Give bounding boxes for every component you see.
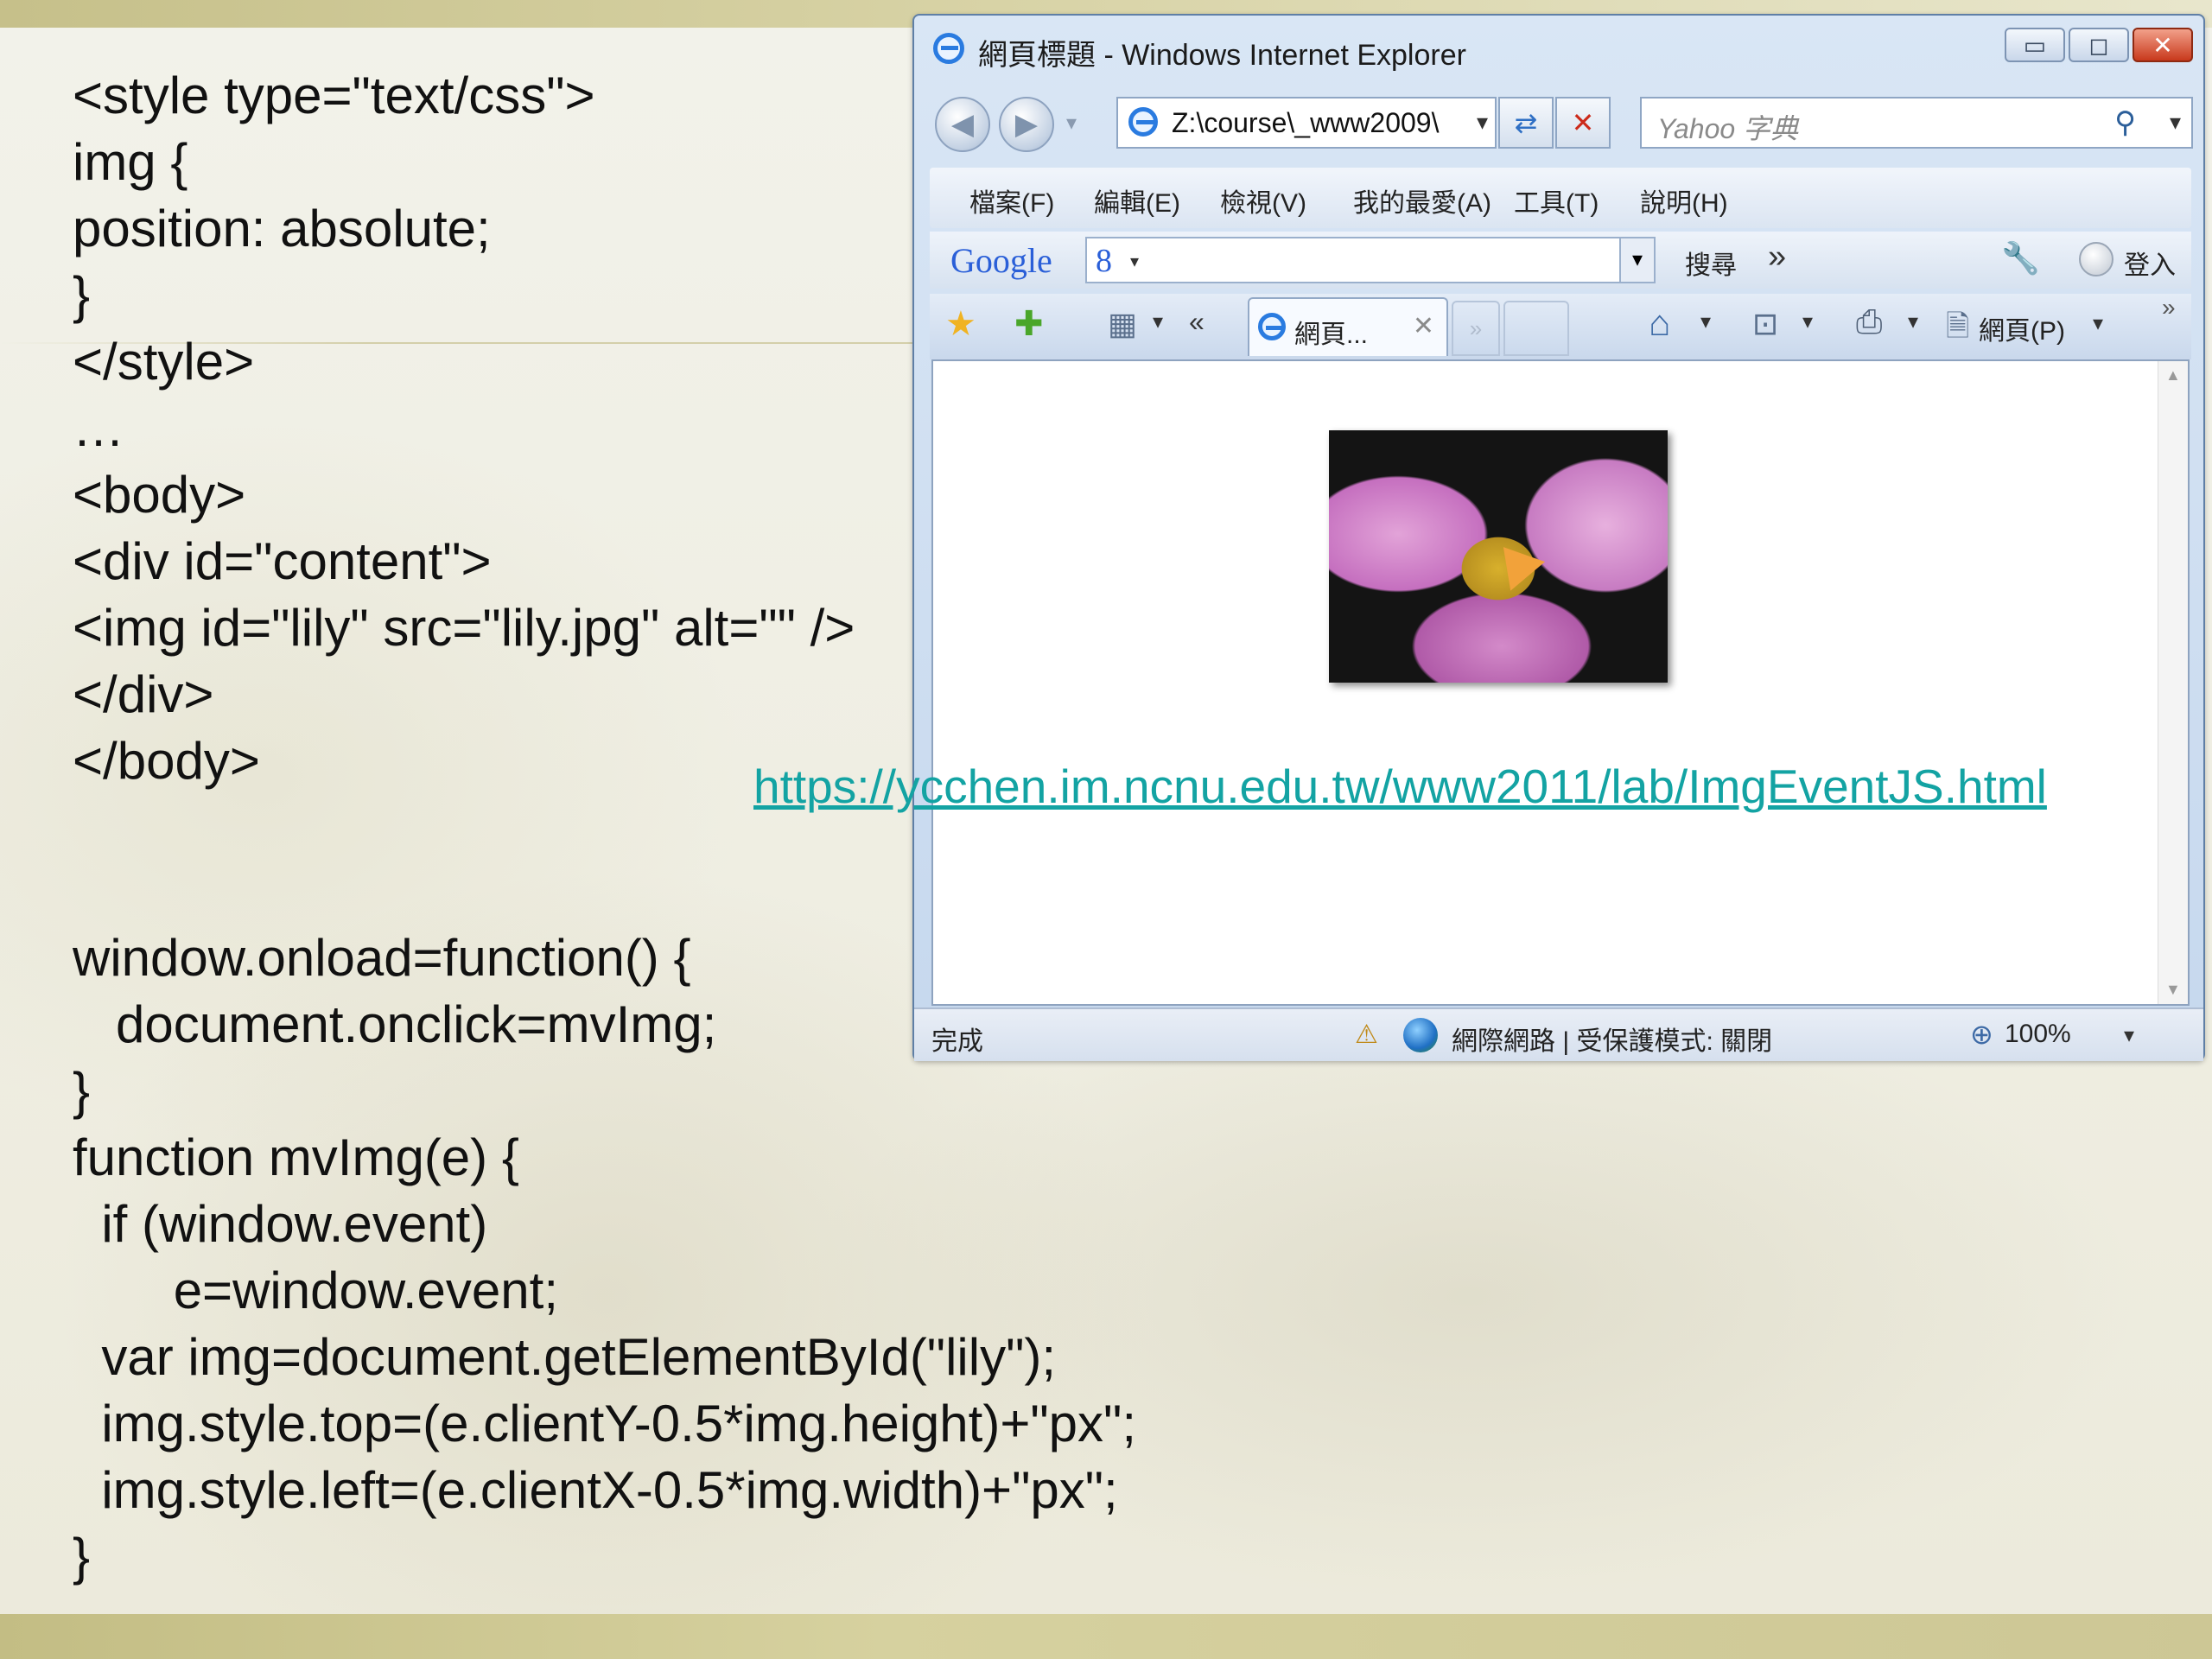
vertical-scrollbar[interactable]: ▲ ▼ <box>2158 361 2188 1004</box>
page-ie-icon <box>1128 107 1158 137</box>
stop-button[interactable]: ✕ <box>1555 97 1611 149</box>
menu-favorites[interactable]: 我的最愛(A) <box>1353 181 1491 219</box>
scroll-up-icon[interactable]: ▲ <box>2165 366 2181 385</box>
code-line: } <box>73 266 91 324</box>
internet-globe-icon <box>1403 1018 1438 1052</box>
tab-ie-icon <box>1258 313 1286 340</box>
code-line: img.style.top=(e.clientY-0.5*img.height)… <box>73 1395 1136 1452</box>
home-icon[interactable]: ⌂ <box>1649 302 1670 344</box>
search-box[interactable]: Yahoo 字典 ⚲ ▾ <box>1640 97 2193 149</box>
page-icon[interactable]: 🗎 <box>1946 306 1969 355</box>
code-line: <div id="content"> <box>73 532 492 590</box>
code-line: … <box>73 399 124 457</box>
feeds-dropdown-icon[interactable]: ▾ <box>1802 309 1813 334</box>
feeds-icon[interactable]: ⊡ <box>1752 306 1778 342</box>
signin-button[interactable]: 登入 <box>2124 244 2176 282</box>
code-line: position: absolute; <box>73 200 491 257</box>
search-icon[interactable]: ⚲ <box>2114 105 2136 140</box>
refresh-button[interactable]: ⇄ <box>1498 97 1554 149</box>
zoom-dropdown-icon[interactable]: ▾ <box>2124 1023 2134 1048</box>
code-line: } <box>73 1062 91 1120</box>
new-tab-button[interactable] <box>1503 301 1569 356</box>
tab-close-icon[interactable]: ✕ <box>1413 311 1434 341</box>
menu-edit[interactable]: 編輯(E) <box>1094 181 1180 219</box>
toolbar-overflow-icon[interactable]: » <box>2162 294 2176 321</box>
forward-button[interactable]: ▶ <box>999 97 1054 152</box>
address-bar[interactable]: Z:\course\_www2009\ ▾ <box>1116 97 1497 149</box>
ie-browser-window: 網頁標題 - Windows Internet Explorer ▭ ◻ ✕ ◀… <box>912 14 2205 1061</box>
zoom-icon[interactable]: ⊕ <box>1970 1018 1993 1051</box>
print-icon[interactable]: ⎙ <box>1856 304 1882 341</box>
history-dropdown-icon[interactable]: ▾ <box>1066 111 1077 136</box>
print-dropdown-icon[interactable]: ▾ <box>1908 309 1918 334</box>
code-line: <style type="text/css"> <box>73 67 595 124</box>
google-toolbar: Google 8 ▾ ▾ 搜尋 » 🔧 登入 <box>930 232 2191 289</box>
close-button[interactable]: ✕ <box>2133 28 2193 62</box>
page-menu-button[interactable]: 網頁(P) <box>1979 309 2065 347</box>
page-viewport[interactable]: ▲ ▼ <box>931 359 2190 1006</box>
google-search-field[interactable]: 8 ▾ ▾ <box>1085 237 1656 283</box>
tabs-scroll-right-icon[interactable]: » <box>1452 301 1500 356</box>
back-button[interactable]: ◀ <box>935 97 990 152</box>
zoom-level[interactable]: 100% <box>2005 1020 2071 1049</box>
code-line: img.style.left=(e.clientX-0.5*img.width)… <box>73 1461 1118 1519</box>
menu-view[interactable]: 檢視(V) <box>1220 181 1306 219</box>
quick-tabs-icon[interactable]: ▦ <box>1108 306 1137 342</box>
menu-tools[interactable]: 工具(T) <box>1514 181 1599 219</box>
menu-bar: 檔案(F) 編輯(E) 檢視(V) 我的最愛(A) 工具(T) 說明(H) <box>930 168 2191 228</box>
code-line: } <box>73 1528 91 1586</box>
more-chevron-icon[interactable]: » <box>1768 238 1786 276</box>
tabs-scroll-left-icon[interactable]: « <box>1189 306 1205 338</box>
tab-title: 網頁... <box>1294 321 1369 349</box>
page-menu-dropdown-icon[interactable]: ▾ <box>2093 311 2103 336</box>
ie-logo-icon <box>933 33 964 64</box>
code-line: </style> <box>73 333 255 391</box>
search-input[interactable]: Yahoo 字典 <box>1657 107 1798 147</box>
security-zone[interactable]: 網際網路 | 受保護模式: 關閉 <box>1452 1020 1772 1058</box>
google-logo: Google <box>950 241 1052 280</box>
demo-link[interactable]: https://ycchen.im.ncnu.edu.tw/www2011/la… <box>753 759 2047 814</box>
google-field-dropdown-icon[interactable]: ▾ <box>1619 238 1654 282</box>
signin-avatar-icon[interactable] <box>2079 242 2113 276</box>
window-titlebar: 網頁標題 - Windows Internet Explorer ▭ ◻ ✕ <box>914 16 2203 90</box>
window-title: 網頁標題 - Windows Internet Explorer <box>978 39 1466 72</box>
code-line: <img id="lily" src="lily.jpg" alt="" /> <box>73 599 855 657</box>
lily-image[interactable] <box>1329 430 1668 683</box>
google-g-icon: 8 <box>1096 243 1112 279</box>
tab-current[interactable]: 網頁... ✕ <box>1248 297 1448 356</box>
address-dropdown-icon[interactable]: ▾ <box>1477 109 1488 136</box>
cursor-arrow-icon <box>1485 532 1546 591</box>
code-line: </body> <box>73 732 260 790</box>
code-line: var img=document.getElementById("lily"); <box>73 1328 1057 1386</box>
add-favorites-icon[interactable]: ✚ <box>1014 304 1044 344</box>
status-done: 完成 <box>931 1027 983 1056</box>
address-input[interactable]: Z:\course\_www2009\ <box>1172 107 1439 139</box>
code-line: <body> <box>73 466 246 524</box>
favorites-tab-bar: ★ ✚ ▦ ▾ « 網頁... ✕ » ⌂ ▾ ⊡ ▾ ⎙ ▾ 🗎 網頁(P) … <box>930 294 2191 359</box>
search-dropdown-icon[interactable]: ▾ <box>2170 109 2181 136</box>
google-search-button[interactable]: 搜尋 <box>1685 244 1737 282</box>
code-line: </div> <box>73 665 214 723</box>
maximize-button[interactable]: ◻ <box>2069 28 2129 62</box>
minimize-button[interactable]: ▭ <box>2005 28 2065 62</box>
navigation-bar: ◀ ▶ ▾ Z:\course\_www2009\ ▾ ⇄ ✕ Yahoo 字典… <box>914 85 2203 162</box>
quick-tabs-dropdown-icon[interactable]: ▾ <box>1153 309 1163 334</box>
google-g-dropdown-icon[interactable]: ▾ <box>1130 251 1139 272</box>
menu-help[interactable]: 說明(H) <box>1640 181 1728 219</box>
slide-bottom-band <box>0 1614 2212 1659</box>
status-bar: 完成 ⚠ 網際網路 | 受保護模式: 關閉 ⊕ 100% ▾ <box>914 1007 2203 1061</box>
favorites-star-icon[interactable]: ★ <box>945 304 976 344</box>
code-line: img { <box>73 133 188 191</box>
code-line: e=window.event; <box>73 1262 559 1319</box>
scroll-down-icon[interactable]: ▼ <box>2165 981 2181 999</box>
code-block-html: <style type="text/css"> img { position: ab… <box>73 62 855 794</box>
wrench-icon[interactable]: 🔧 <box>2001 240 2040 276</box>
protected-mode-icon[interactable]: ⚠ <box>1355 1020 1378 1050</box>
code-line: function mvImg(e) { <box>73 1128 519 1186</box>
code-line: if (window.event) <box>73 1195 488 1253</box>
window-controls: ▭ ◻ ✕ <box>2001 28 2193 62</box>
menu-file[interactable]: 檔案(F) <box>969 181 1054 219</box>
home-dropdown-icon[interactable]: ▾ <box>1700 309 1711 334</box>
